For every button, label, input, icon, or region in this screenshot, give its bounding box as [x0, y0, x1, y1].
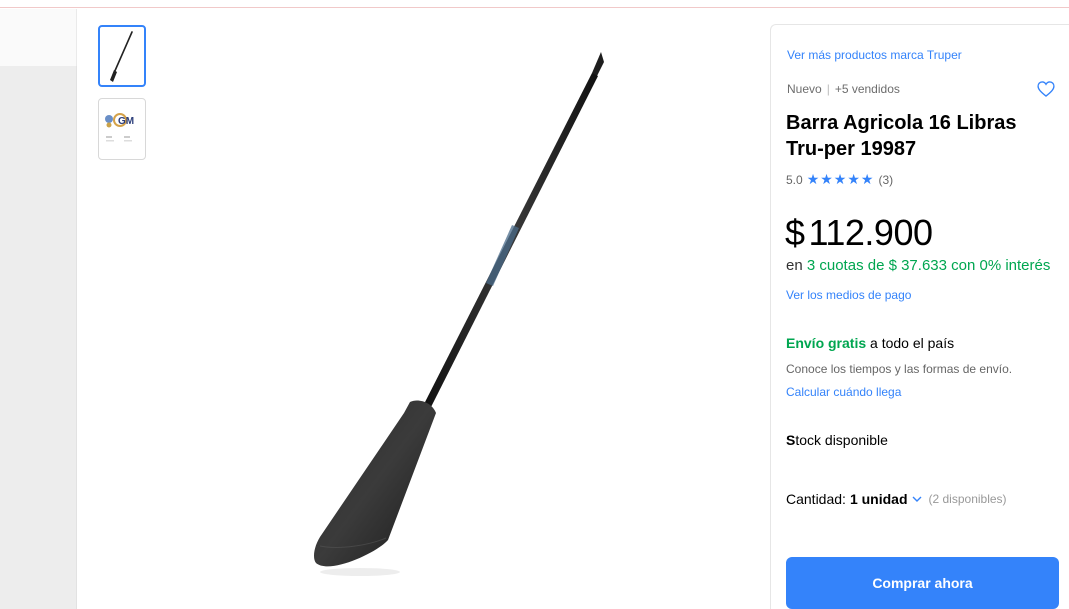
product-title: Barra Agricola 16 Libras Tru-per 19987 — [786, 112, 1017, 160]
rating-summary[interactable]: 5.0 ★★★★★ (3) — [786, 171, 893, 188]
installments-info: en 3 cuotas de $ 37.633 con 0% interés — [786, 257, 1050, 274]
free-shipping-suffix: a todo el país — [870, 335, 955, 351]
rating-stars-icon: ★★★★★ — [806, 171, 875, 187]
main-product-image[interactable] — [300, 40, 620, 580]
payment-methods-link[interactable]: Ver los medios de pago — [786, 288, 911, 302]
rating-value: 5.0 — [786, 172, 803, 187]
installments-detail: 3 cuotas de $ 37.633 con 0% interés — [806, 257, 1051, 274]
top-header-strip — [0, 0, 1069, 8]
agricultural-bar-image — [314, 52, 604, 576]
quantity-available: (2 disponibles) — [928, 492, 1007, 506]
stock-first-letter: S — [786, 432, 796, 448]
left-side-panel — [0, 66, 77, 609]
condition-label: Nuevo — [787, 82, 822, 96]
shipping-note: Conoce los tiempos y las formas de envío… — [786, 362, 1013, 376]
price: $112.900 — [785, 212, 933, 254]
bar-tool-thumbnail-icon — [110, 31, 133, 82]
svg-text:GM: GM — [118, 116, 134, 127]
certification-logos-icon: GM — [105, 113, 134, 142]
chevron-down-icon — [912, 496, 921, 502]
condition-sold-info: Nuevo | +5 vendidos — [787, 82, 900, 96]
quantity-value: 1 unidad — [849, 491, 908, 507]
sold-count: +5 vendidos — [834, 82, 900, 96]
separator: | — [826, 82, 830, 96]
buy-now-button[interactable]: Comprar ahora — [786, 557, 1059, 609]
brand-products-link[interactable]: Ver más productos marca Truper — [787, 48, 962, 62]
left-panel-top — [0, 9, 77, 66]
free-shipping-label: Envío gratis — [786, 335, 867, 351]
installments-prefix: en — [786, 257, 803, 274]
price-amount: 112.900 — [808, 212, 933, 253]
thumbnail-certifications[interactable]: GM — [98, 98, 146, 160]
quantity-selector[interactable]: Cantidad: 1 unidad (2 disponibles) — [786, 491, 1007, 507]
currency-symbol: $ — [785, 212, 805, 253]
calculate-delivery-link[interactable]: Calcular cuándo llega — [786, 385, 901, 399]
favorite-heart-icon[interactable] — [1036, 79, 1056, 99]
review-count: (3) — [878, 172, 894, 187]
stock-rest: tock disponible — [795, 432, 888, 448]
thumbnail-bar-tool[interactable] — [98, 25, 146, 87]
shipping-info: Envío gratis a todo el país — [786, 335, 954, 351]
buy-box: Ver más productos marca Truper Nuevo | +5 … — [770, 24, 1069, 609]
quantity-label: Cantidad: — [786, 491, 846, 507]
stock-status: Stock disponible — [786, 432, 888, 448]
